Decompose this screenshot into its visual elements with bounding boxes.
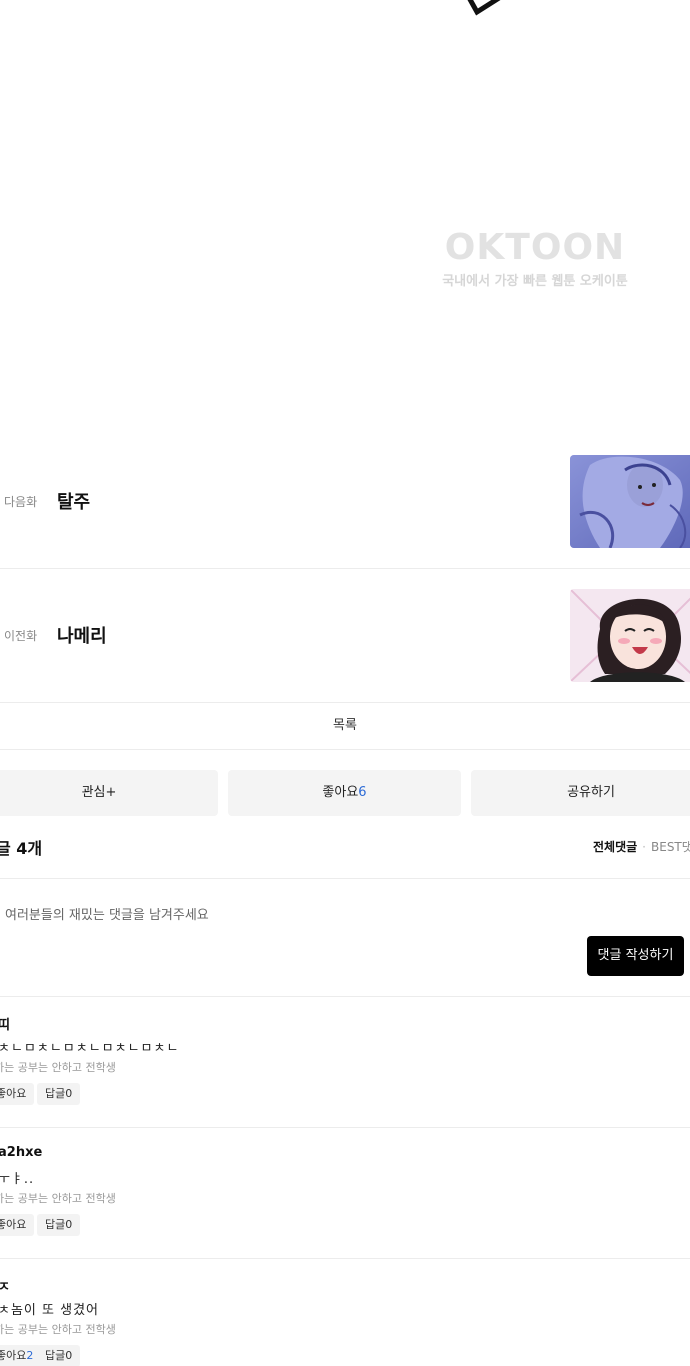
comment-like-label: 좋아요: [0, 1349, 27, 1362]
comment-like-label: 좋아요: [0, 1218, 27, 1231]
watermark-tagline: 국내에서 가장 빠른 웹툰 오케이툰: [442, 274, 628, 289]
comment-username: ㅈ: [0, 1280, 10, 1295]
comment-reply-count: 0: [65, 1218, 73, 1231]
comment-username: 띠: [0, 1018, 10, 1033]
share-button[interactable]: 공유하기: [471, 770, 690, 816]
comment-item: a2hxe ㅜㅑ.. 하는 공부는 안하고 전학생 좋아요 답글0: [0, 1128, 690, 1259]
previous-episode-thumbnail: [570, 589, 690, 682]
comment-like-label: 좋아요: [0, 1087, 27, 1100]
previous-episode-title: 나메리: [57, 626, 107, 647]
watermark-logo: OKTOON: [444, 227, 626, 268]
comic-artwork-fragment: [467, 0, 501, 16]
tab-all-comments[interactable]: 전체댓글: [593, 840, 637, 854]
comic-panel: OKTOON 국내에서 가장 빠른 웹툰 오케이툰: [0, 0, 690, 440]
previous-episode-link[interactable]: 이전화 나메리: [0, 568, 690, 703]
next-episode-label: 다음화: [4, 495, 38, 509]
comment-reply-count: 0: [65, 1349, 73, 1362]
comment-sort-tabs: 전체댓글 · BEST댓: [593, 838, 690, 855]
comment-text: ㅊ놈이 또 생겼어: [0, 1303, 99, 1318]
comment-text: ㅜㅑ..: [0, 1172, 35, 1187]
comment-reply-label: 답글: [45, 1087, 66, 1100]
favorite-button[interactable]: 관심+: [0, 770, 218, 816]
comment-episode-meta: 하는 공부는 안하고 전학생: [0, 1192, 116, 1205]
comment-reply-count: 0: [65, 1087, 73, 1100]
comment-like-button[interactable]: 좋아요: [0, 1214, 35, 1236]
watermark: OKTOON 국내에서 가장 빠른 웹툰 오케이툰: [430, 227, 640, 290]
comment-episode-meta: 하는 공부는 안하고 전학생: [0, 1061, 116, 1074]
comment-episode-meta: 하는 공부는 안하고 전학생: [0, 1323, 116, 1336]
comment-reply-label: 답글: [45, 1218, 66, 1231]
comment-like-button[interactable]: 좋아요: [0, 1083, 35, 1105]
comment-username: a2hxe: [0, 1145, 43, 1160]
comments-header: 글 4개 전체댓글 · BEST댓: [0, 826, 690, 879]
comment-item: ㅈ ㅊ놈이 또 생겼어 하는 공부는 안하고 전학생 좋아요2 답글0: [0, 1259, 690, 1366]
comment-text: ㅊㄴㅁㅊㄴㅁㅊㄴㅁㅊㄴㅁㅊㄴ: [0, 1041, 180, 1056]
action-bar: 관심+ 좋아요6 공유하기: [0, 770, 690, 816]
like-button-label: 좋아요: [322, 785, 359, 800]
comment-like-count: 2: [26, 1349, 34, 1362]
previous-episode-label: 이전화: [4, 629, 38, 643]
comment-reply-button[interactable]: 답글0: [37, 1345, 81, 1366]
comment-reply-label: 답글: [45, 1349, 66, 1362]
comments-count-title: 글 4개: [0, 839, 43, 858]
next-episode-link[interactable]: 다음화 탈주: [0, 434, 690, 569]
comment-like-button[interactable]: 좋아요2: [0, 1345, 42, 1366]
comment-reply-button[interactable]: 답글0: [37, 1083, 81, 1105]
comment-item: 띠 ㅊㄴㅁㅊㄴㅁㅊㄴㅁㅊㄴㅁㅊㄴ 하는 공부는 안하고 전학생 좋아요 답글0: [0, 997, 690, 1128]
comment-reply-button[interactable]: 답글0: [37, 1214, 81, 1236]
episode-viewer-page: OKTOON 국내에서 가장 빠른 웹툰 오케이툰 다음화 탈주 이전화 나메리…: [0, 0, 690, 1366]
tab-separator: ·: [642, 840, 646, 854]
like-count: 6: [358, 785, 367, 800]
tab-best-comments[interactable]: BEST댓: [651, 840, 690, 854]
comment-input-placeholder[interactable]: 여러분들의 재밌는 댓글을 남겨주세요: [5, 904, 209, 923]
episode-list-button[interactable]: 목록: [0, 703, 690, 750]
submit-comment-button[interactable]: 댓글 작성하기: [587, 936, 684, 976]
like-button[interactable]: 좋아요6: [228, 770, 461, 816]
next-episode-thumbnail: [570, 455, 690, 548]
next-episode-title: 탈주: [57, 492, 91, 513]
comment-input-area[interactable]: 여러분들의 재밌는 댓글을 남겨주세요 댓글 작성하기: [0, 879, 690, 997]
